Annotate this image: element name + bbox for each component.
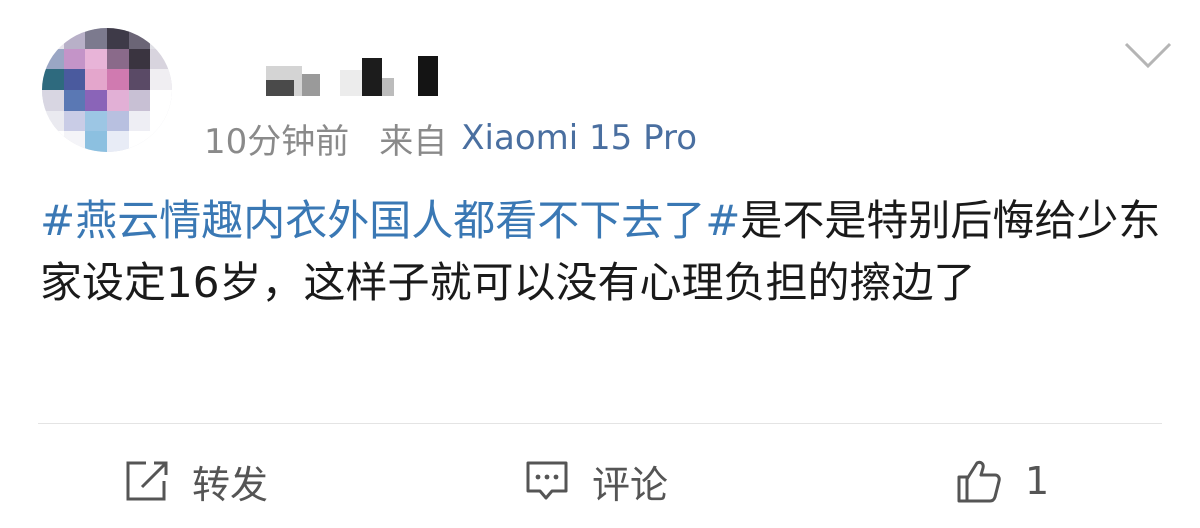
thumbs-up-icon bbox=[955, 457, 1003, 505]
post-time: 10分钟前 bbox=[204, 121, 350, 162]
post-content: #燕云情趣内衣外国人都看不下去了#是不是特别后悔给少东家设定16岁，这样子就可以… bbox=[40, 190, 1170, 314]
repost-label: 转发 bbox=[192, 462, 269, 507]
divider bbox=[38, 423, 1162, 424]
repost-button[interactable]: 转发 bbox=[124, 456, 269, 507]
comment-button[interactable]: 评论 bbox=[524, 456, 669, 507]
avatar[interactable] bbox=[42, 28, 172, 152]
chevron-down-icon[interactable] bbox=[1122, 40, 1174, 70]
comment-label: 评论 bbox=[592, 462, 669, 507]
like-count: 1 bbox=[1025, 459, 1050, 503]
source-label: 来自 bbox=[379, 121, 448, 162]
device-source[interactable]: Xiaomi 15 Pro bbox=[461, 118, 697, 158]
action-bar: 转发 评论 1 bbox=[0, 430, 1200, 528]
repost-icon bbox=[124, 459, 170, 503]
post-meta: 10分钟前 来自 Xiaomi 15 Pro bbox=[204, 116, 697, 162]
post-card: 10分钟前 来自 Xiaomi 15 Pro #燕云情趣内衣外国人都看不下去了#… bbox=[0, 0, 1200, 528]
like-button[interactable]: 1 bbox=[955, 456, 1049, 506]
comment-icon bbox=[524, 459, 570, 503]
username-redacted[interactable] bbox=[262, 56, 442, 96]
topic-link[interactable]: #燕云情趣内衣外国人都看不下去了# bbox=[40, 196, 740, 245]
avatar-mosaic bbox=[42, 28, 172, 152]
